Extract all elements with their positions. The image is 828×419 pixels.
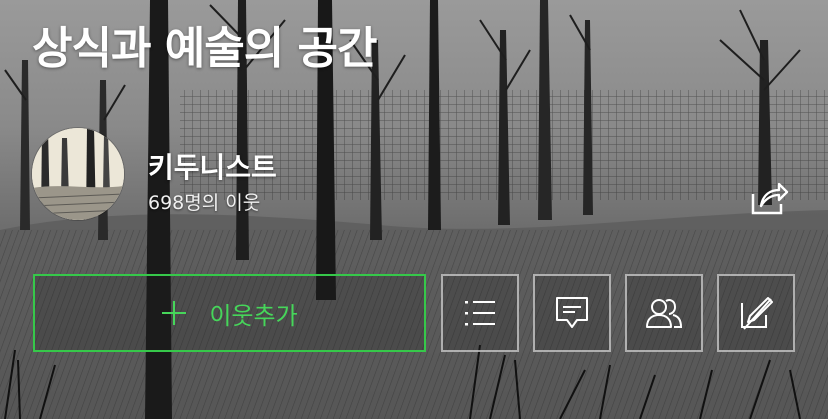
list-icon (465, 301, 495, 326)
comment-icon (556, 297, 588, 328)
share-icon (751, 182, 789, 215)
add-neighbor-label: 이웃추가 (209, 301, 298, 330)
write-button[interactable] (717, 274, 795, 352)
share-button[interactable] (744, 178, 792, 218)
add-neighbor-button[interactable]: 이웃추가 (33, 274, 426, 352)
neighbors-button[interactable] (625, 274, 703, 352)
post-list-button[interactable] (441, 274, 519, 352)
blog-title: 상식과 예술의 공간 (32, 23, 377, 74)
neighbors-icon (646, 299, 683, 328)
avatar-image (32, 128, 124, 220)
guestbook-button[interactable] (533, 274, 611, 352)
avatar[interactable] (32, 128, 124, 220)
plus-icon (162, 301, 187, 325)
nickname[interactable]: 키두니스트 (148, 146, 277, 186)
write-icon (741, 297, 773, 330)
neighbors-count[interactable]: 698명의 이웃 (148, 188, 260, 215)
